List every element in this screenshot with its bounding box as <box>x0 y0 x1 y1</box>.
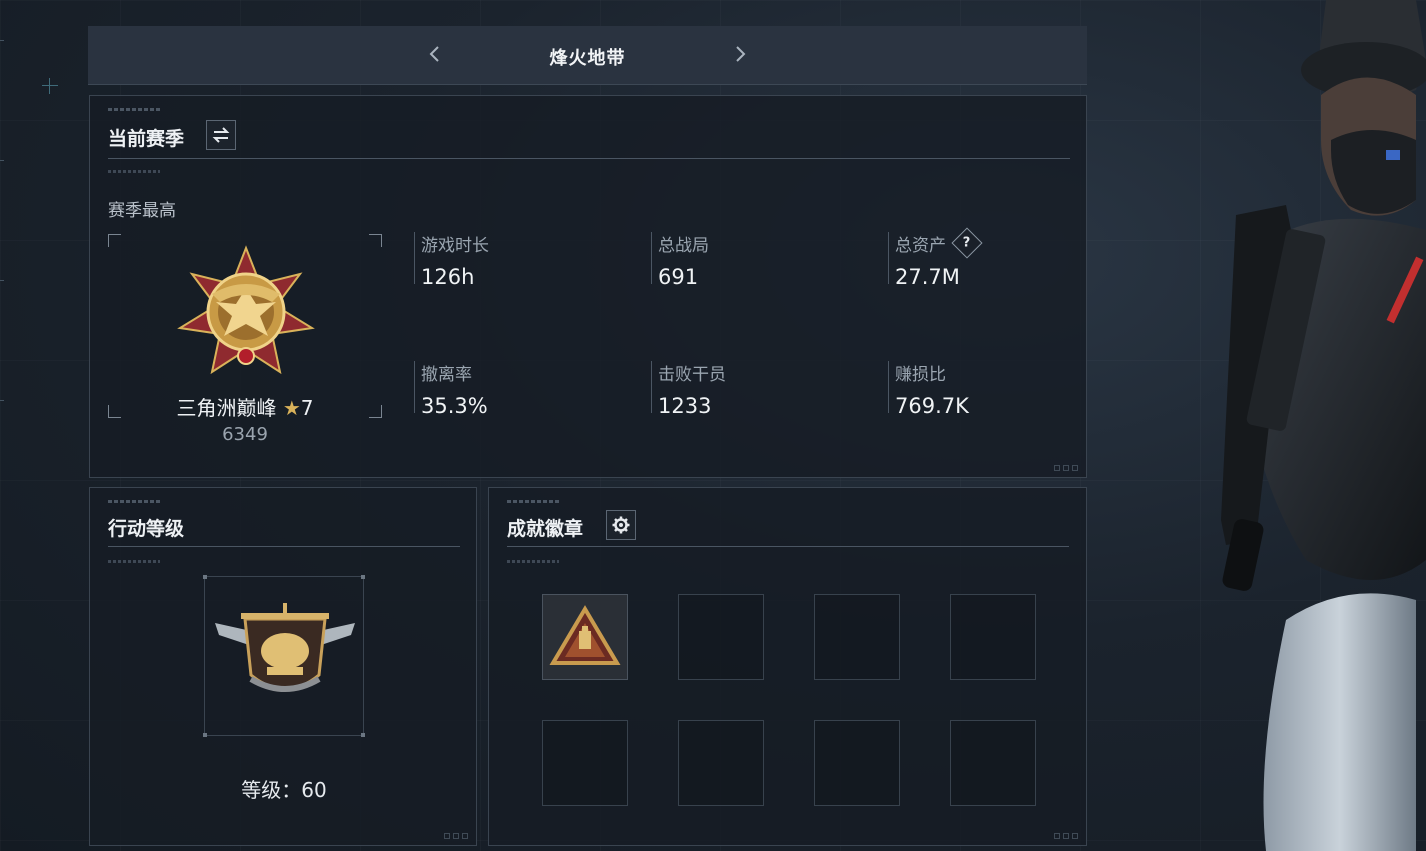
stat-label: 赚损比 <box>895 364 946 385</box>
panel-title: 行动等级 <box>108 518 185 540</box>
star-icon: ★ <box>282 396 301 420</box>
badge-slot[interactable] <box>950 720 1036 806</box>
stat-value: 27.7M <box>895 265 960 289</box>
stat-label: 总战局 <box>658 235 709 256</box>
rank-score: 6349 <box>222 424 268 445</box>
season-best-label: 赛季最高 <box>108 201 176 221</box>
divider <box>108 546 460 547</box>
stat-label: 游戏时长 <box>421 235 489 256</box>
divider <box>108 158 1070 159</box>
warning-badge-icon <box>549 605 621 665</box>
badge-slot[interactable] <box>678 594 764 680</box>
panel-micro-decoration <box>507 560 559 563</box>
stat-operators-defeated: 击败干员 1233 <box>651 361 726 418</box>
panel-micro-decoration <box>507 500 559 503</box>
stat-label: 总资产 ? <box>895 227 983 259</box>
rank-name-text: 三角洲巅峰 <box>176 396 277 420</box>
edge-tick <box>0 40 4 41</box>
helicopter-badge-icon <box>215 603 355 692</box>
current-season-panel: 当前赛季 赛季最高 三角洲巅峰 ★7 6349 游戏时长 126h 总战局 69… <box>89 95 1087 478</box>
panel-micro-decoration <box>108 108 160 111</box>
stat-extraction-rate: 撤离率 35.3% <box>414 361 488 418</box>
panel-micro-decoration <box>108 560 160 563</box>
chevron-right-icon <box>736 46 746 62</box>
badge-slot[interactable] <box>950 594 1036 680</box>
corner-decoration <box>1054 833 1078 839</box>
mode-switcher-bar: 烽火地带 <box>88 26 1087 85</box>
help-button[interactable]: ? <box>951 227 983 259</box>
stat-value: 35.3% <box>421 394 488 418</box>
badge-slot[interactable] <box>678 720 764 806</box>
badge-slot[interactable] <box>814 720 900 806</box>
mode-title: 烽火地带 <box>549 48 626 69</box>
corner-decoration <box>444 833 468 839</box>
stat-value: 769.7K <box>895 394 969 418</box>
panel-title: 当前赛季 <box>108 128 185 150</box>
gear-icon <box>612 516 630 534</box>
badge-slot[interactable] <box>542 594 628 680</box>
stat-label: 撤离率 <box>421 364 472 385</box>
panel-micro-decoration <box>108 500 160 503</box>
achievement-badges-panel: 成就徽章 <box>488 487 1087 846</box>
badge-slot[interactable] <box>814 594 900 680</box>
rank-name: 三角洲巅峰 ★7 <box>108 392 382 421</box>
crosshair-decoration <box>42 78 58 94</box>
edge-tick <box>0 160 4 161</box>
swap-arrows-icon <box>212 127 230 143</box>
operator-character-image <box>1221 0 1426 851</box>
rank-stars: 7 <box>300 396 314 420</box>
action-level-value: 等级：60 <box>241 778 327 802</box>
corner-decoration <box>1054 465 1078 471</box>
stat-value: 1233 <box>658 394 712 418</box>
stat-total-matches: 总战局 691 <box>651 232 709 289</box>
stat-play-time: 游戏时长 126h <box>414 232 489 289</box>
stat-value: 126h <box>421 265 475 289</box>
stat-total-assets: 总资产 ? 27.7M <box>888 227 983 289</box>
panel-micro-decoration <box>108 170 160 173</box>
badge-settings-button[interactable] <box>606 510 636 540</box>
action-level-panel: 行动等级 等级：60 <box>89 487 477 846</box>
divider <box>507 546 1069 547</box>
stat-label-text: 总资产 <box>895 235 946 256</box>
rank-frame <box>108 234 382 418</box>
season-switch-button[interactable] <box>206 120 236 150</box>
stat-profit-loss-ratio: 赚损比 769.7K <box>888 361 969 418</box>
rank-medal-icon <box>177 245 315 375</box>
panel-title: 成就徽章 <box>507 518 584 540</box>
stat-label: 击败干员 <box>658 364 726 385</box>
question-mark-icon: ? <box>963 235 971 251</box>
level-badge-frame <box>203 575 365 737</box>
badge-slot[interactable] <box>542 720 628 806</box>
edge-tick <box>0 400 4 401</box>
edge-tick <box>0 280 4 281</box>
stat-value: 691 <box>658 265 699 289</box>
next-mode-button[interactable] <box>728 42 752 66</box>
